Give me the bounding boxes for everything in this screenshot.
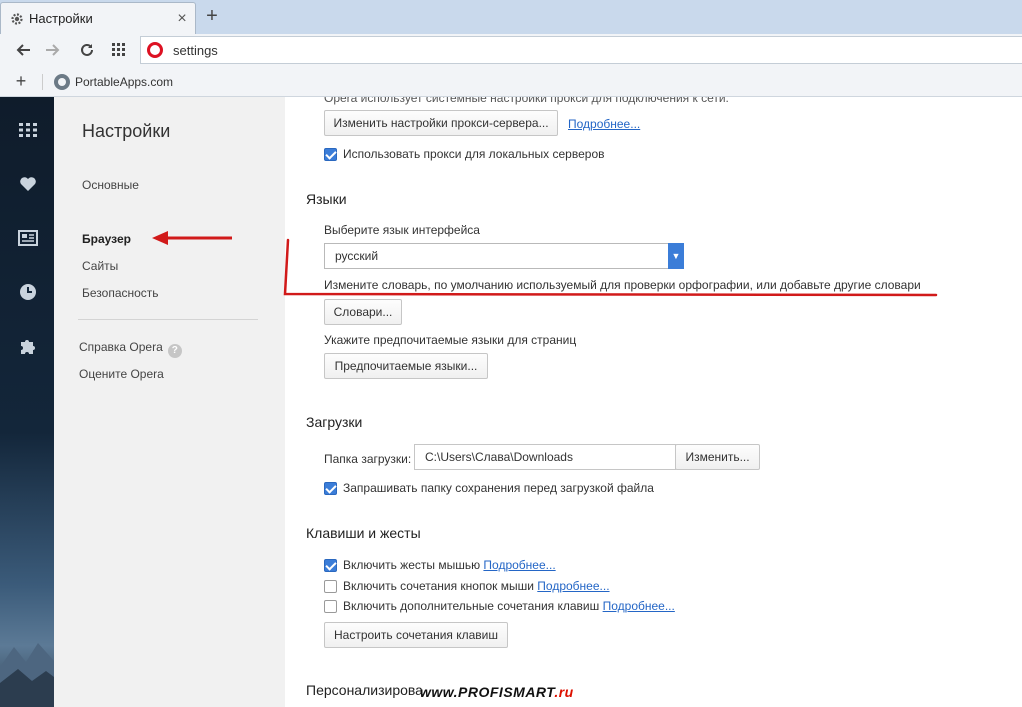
gesture-option-row: Включить сочетания кнопок мыши Подробнее… <box>343 579 610 593</box>
bookmarks-bar: + PortableApps.com <box>0 66 1022 97</box>
download-folder-label: Папка загрузки: <box>324 452 412 466</box>
bookmark-label: PortableApps.com <box>75 75 174 89</box>
ask-folder-label: Запрашивать папку сохранения перед загру… <box>343 481 654 495</box>
reload-icon[interactable] <box>76 39 98 61</box>
gesture-option-checkbox[interactable] <box>324 600 337 613</box>
tab-title: Настройки <box>29 11 93 26</box>
keys-title: Клавиши и жесты <box>306 525 421 541</box>
gesture-option-more-link[interactable]: Подробнее... <box>537 579 609 593</box>
close-icon[interactable]: × <box>173 10 191 28</box>
help-label: Справка Opera <box>79 340 163 354</box>
nav-item-browser[interactable]: Браузер <box>82 232 131 246</box>
gear-icon <box>9 11 25 27</box>
gesture-option-label: Включить сочетания кнопок мыши <box>343 579 534 593</box>
settings-title: Настройки <box>82 121 171 141</box>
nav-item-help[interactable]: Справка Opera? <box>79 340 182 358</box>
change-folder-button[interactable]: Изменить... <box>675 444 760 470</box>
back-icon[interactable] <box>12 39 34 61</box>
downloads-title: Загрузки <box>306 414 363 430</box>
gesture-option-checkbox[interactable] <box>324 559 337 572</box>
download-folder-field[interactable]: C:\Users\Слава\Downloads <box>414 444 676 470</box>
settings-nav: Настройки Основные Браузер Сайты Безопас… <box>54 97 285 707</box>
personalize-title: Персонализирова <box>306 682 423 698</box>
annotation-arrow-icon <box>152 231 232 245</box>
dictionaries-button[interactable]: Словари... <box>324 299 402 325</box>
gesture-option-more-link[interactable]: Подробнее... <box>603 599 675 613</box>
bookmarks-divider <box>42 74 43 90</box>
bookmark-portableapps[interactable]: PortableApps.com <box>54 72 173 92</box>
watermark-prefix: www. <box>420 684 459 700</box>
configure-shortcuts-button[interactable]: Настроить сочетания клавиш <box>324 622 508 648</box>
watermark-brand: PROFISMART <box>458 684 555 700</box>
opera-sidebar <box>0 97 54 707</box>
heart-icon[interactable] <box>17 173 39 195</box>
nav-item-rate[interactable]: Оцените Opera <box>79 367 164 381</box>
speed-dial-sidebar-icon[interactable] <box>17 119 39 141</box>
nav-divider <box>78 319 258 320</box>
watermark: www.PROFISMART.ru <box>420 684 574 700</box>
preferred-languages-button[interactable]: Предпочитаемые языки... <box>324 353 488 379</box>
gesture-option-row: Включить дополнительные сочетания клавиш… <box>343 599 675 613</box>
gesture-option-row: Включить жесты мышью Подробнее... <box>343 558 556 572</box>
gesture-option-checkbox[interactable] <box>324 580 337 593</box>
annotation-bracket <box>283 238 938 297</box>
opera-logo-icon <box>147 42 163 58</box>
tab-settings[interactable]: Настройки × <box>0 2 196 34</box>
proxy-more-link[interactable]: Подробнее... <box>568 117 640 131</box>
address-bar[interactable]: settings <box>140 36 1022 64</box>
history-clock-icon[interactable] <box>17 281 39 303</box>
new-tab-button[interactable]: + <box>201 5 223 27</box>
proxy-intro: Opera использует системные настройки про… <box>324 97 729 105</box>
local-proxy-label: Использовать прокси для локальных сервер… <box>343 147 605 161</box>
speed-dial-icon[interactable] <box>108 39 130 61</box>
languages-title: Языки <box>306 191 347 207</box>
gesture-option-more-link[interactable]: Подробнее... <box>483 558 555 572</box>
gesture-option-label: Включить дополнительные сочетания клавиш <box>343 599 600 613</box>
nav-item-security[interactable]: Безопасность <box>82 286 159 300</box>
add-bookmark-button[interactable]: + <box>12 71 30 91</box>
change-proxy-button[interactable]: Изменить настройки прокси-сервера... <box>324 110 558 136</box>
settings-content: Opera использует системные настройки про… <box>285 97 1022 707</box>
news-icon[interactable] <box>17 227 39 249</box>
address-text: settings <box>173 42 218 58</box>
extensions-puzzle-icon[interactable] <box>17 335 39 357</box>
nav-item-sites[interactable]: Сайты <box>82 259 118 273</box>
preferred-languages-label: Укажите предпочитаемые языки для страниц <box>324 333 577 347</box>
tab-strip: Настройки × + <box>0 0 1022 34</box>
address-toolbar: settings <box>0 34 1022 66</box>
portableapps-icon <box>54 74 70 90</box>
gesture-option-label: Включить жесты мышью <box>343 558 481 572</box>
watermark-suffix: .ru <box>554 684 574 700</box>
forward-icon[interactable] <box>42 39 64 61</box>
nav-item-basic[interactable]: Основные <box>82 178 139 192</box>
local-proxy-checkbox[interactable] <box>324 148 337 161</box>
mountains-wallpaper-icon <box>0 643 54 707</box>
ask-folder-checkbox[interactable] <box>324 482 337 495</box>
ui-language-label: Выберите язык интерфейса <box>324 223 480 237</box>
question-icon: ? <box>167 344 182 358</box>
